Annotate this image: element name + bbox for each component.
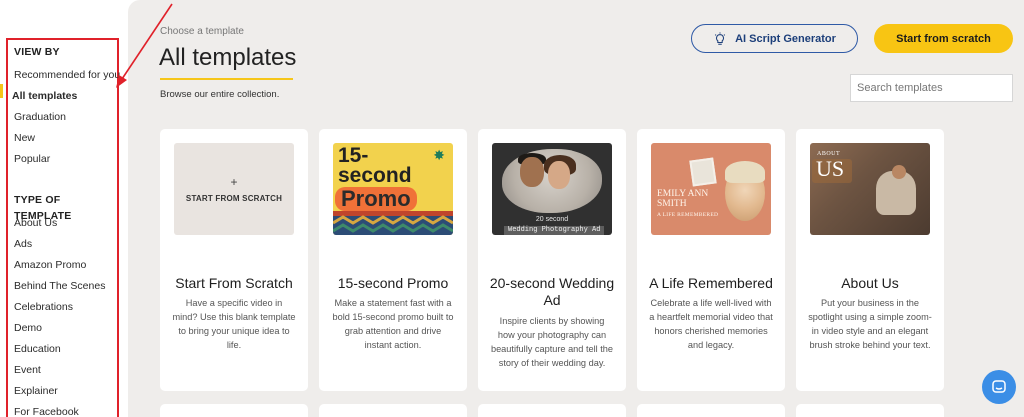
thumbnail-label: START FROM SCRATCH xyxy=(185,193,283,203)
sidebar-item-popular[interactable]: Popular xyxy=(14,149,117,170)
sidebar-item-explainer[interactable]: Explainer xyxy=(14,381,117,402)
chat-button[interactable] xyxy=(982,370,1016,404)
card-thumbnail: ABOUT US xyxy=(810,143,930,235)
sidebar-item-celebrations[interactable]: Celebrations xyxy=(14,297,117,318)
thumbnail-text: US xyxy=(816,156,845,181)
template-card-20-second-wedding-ad[interactable]: 20 second Wedding Photography Ad 20-seco… xyxy=(478,129,626,391)
sidebar-item-for-facebook[interactable]: For Facebook xyxy=(14,402,117,417)
sidebar-item-behind-the-scenes[interactable]: Behind The Scenes xyxy=(14,276,117,297)
thumbnail-text: EMILY ANN SMITH xyxy=(657,189,709,209)
card-description: Make a statement fast with a bold 15-sec… xyxy=(332,298,454,350)
template-card[interactable] xyxy=(160,404,308,417)
sidebar-highlight-box: VIEW BY Recommended for you All template… xyxy=(6,38,120,417)
search-input[interactable] xyxy=(850,74,1013,102)
view-by-heading: VIEW BY xyxy=(14,46,60,58)
start-from-scratch-button[interactable]: Start from scratch xyxy=(874,24,1013,53)
sidebar-item-recommended[interactable]: Recommended for you xyxy=(14,65,120,86)
card-description: Inspire clients by showing how your phot… xyxy=(490,316,614,368)
sidebar-item-new[interactable]: New xyxy=(14,128,117,149)
vintage-photo xyxy=(689,157,717,187)
type-of-template-heading: TYPE OF TEMPLATE xyxy=(14,194,72,222)
sidebar: VIEW BY Recommended for you All template… xyxy=(0,0,128,417)
card-title: 20-second Wedding Ad xyxy=(489,275,615,308)
chat-icon xyxy=(992,380,1006,393)
lightbulb-icon xyxy=(714,31,726,45)
card-thumbnail: EMILY ANN SMITH A LIFE REMEMBERED xyxy=(651,143,771,235)
ai-script-generator-label: AI Script Generator xyxy=(735,32,836,45)
template-card[interactable] xyxy=(637,404,785,417)
card-title: Start From Scratch xyxy=(175,275,293,291)
card-thumbnail: 15- second Promo ✸ xyxy=(333,143,453,235)
card-description: Put your business in the spotlight using… xyxy=(808,298,932,350)
template-card-a-life-remembered[interactable]: EMILY ANN SMITH A LIFE REMEMBERED A Life… xyxy=(637,129,785,391)
thumbnail-text: 20 second xyxy=(535,216,569,223)
template-card[interactable] xyxy=(478,404,626,417)
sidebar-item-graduation[interactable]: Graduation xyxy=(14,107,117,128)
sidebar-item-education[interactable]: Education xyxy=(14,339,117,360)
thumbnail-text: 15- xyxy=(338,144,369,167)
template-card[interactable] xyxy=(319,404,467,417)
template-card-start-from-scratch[interactable]: + START FROM SCRATCH Start From Scratch … xyxy=(160,129,308,391)
thumbnail-text: A LIFE REMEMBERED xyxy=(657,212,719,218)
breadcrumb: Choose a template xyxy=(160,26,244,37)
sidebar-item-all-templates[interactable]: All templates xyxy=(12,86,117,107)
thumbnail-text: Wedding Photography Ad xyxy=(504,226,605,235)
card-thumbnail: 20 second Wedding Photography Ad xyxy=(492,143,612,235)
template-card-about-us[interactable]: ABOUT US About Us Put your business in t… xyxy=(796,129,944,391)
title-underline xyxy=(160,78,293,80)
sidebar-item-amazon-promo[interactable]: Amazon Promo xyxy=(14,255,117,276)
card-title: About Us xyxy=(841,275,899,291)
page-subtitle: Browse our entire collection. xyxy=(160,89,280,100)
sparkle-icon: ✸ xyxy=(433,147,445,163)
thumbnail-text: Promo xyxy=(335,187,417,211)
thumbnail-text: second xyxy=(338,164,412,187)
sidebar-item-ads[interactable]: Ads xyxy=(14,234,117,255)
template-card-15-second-promo[interactable]: 15- second Promo ✸ 15-second Promo Make … xyxy=(319,129,467,391)
plus-icon: + xyxy=(230,174,238,189)
rug-pattern-image xyxy=(333,211,453,235)
card-title: A Life Remembered xyxy=(649,275,773,291)
card-description: Have a specific video in mind? Use this … xyxy=(172,298,296,350)
main-panel: Choose a template All templates Browse o… xyxy=(128,0,1024,417)
sidebar-item-demo[interactable]: Demo xyxy=(14,318,117,339)
card-thumbnail: + START FROM SCRATCH xyxy=(174,143,294,235)
ai-script-generator-button[interactable]: AI Script Generator xyxy=(691,24,858,53)
active-indicator xyxy=(0,84,3,98)
card-title: 15-second Promo xyxy=(337,275,449,291)
sidebar-item-event[interactable]: Event xyxy=(14,360,117,381)
card-description: Celebrate a life well-lived with a heart… xyxy=(649,298,773,350)
page-title: All templates xyxy=(159,44,297,71)
template-card[interactable] xyxy=(796,404,944,417)
